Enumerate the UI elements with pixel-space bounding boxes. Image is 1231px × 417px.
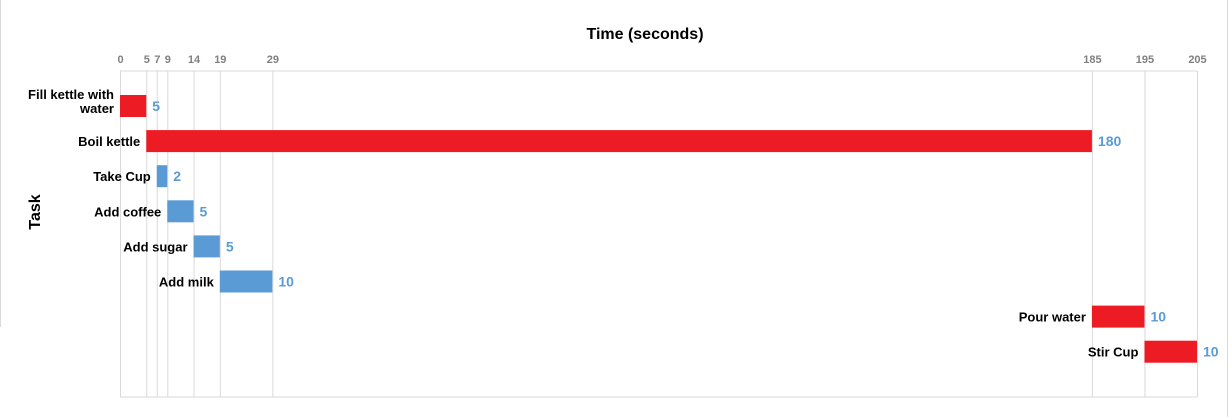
task-label: Take Cup <box>93 169 151 184</box>
gantt-chart: Time (seconds) Task 0 5 7 9 14 19 29 185 195 205 … <box>27 26 1219 398</box>
duration-label: 10 <box>1150 309 1166 325</box>
duration-label: 180 <box>1098 133 1122 149</box>
duration-label: 5 <box>226 238 234 254</box>
task-bar <box>146 130 1092 153</box>
duration-label: 5 <box>200 203 208 219</box>
gridlines <box>120 70 1198 398</box>
x-tick-label: 185 <box>1083 54 1101 66</box>
x-tick-label: 9 <box>165 54 171 66</box>
x-tick-label: 14 <box>188 54 201 66</box>
x-tick-label: 195 <box>1136 54 1154 66</box>
chart-title: Time (seconds) <box>586 26 703 43</box>
task-label: Pour water <box>1019 310 1086 325</box>
x-axis-ticks: 0 5 7 9 14 19 29 185 195 205 <box>117 54 1206 66</box>
task-bar <box>156 165 168 188</box>
task-bar <box>219 270 273 293</box>
duration-label: 10 <box>278 274 294 290</box>
task-label: Boil kettle <box>78 134 140 149</box>
x-tick-label: 205 <box>1188 54 1206 66</box>
task-label: Add coffee <box>94 204 161 219</box>
y-axis-label: Task <box>27 194 44 229</box>
x-tick-label: 5 <box>144 54 150 66</box>
task-bar <box>1091 305 1145 328</box>
task-label: Fill kettle with <box>28 87 114 102</box>
task-label: Stir Cup <box>1088 345 1139 360</box>
task-bar <box>193 235 220 258</box>
task-bar <box>1144 340 1197 363</box>
x-tick-label: 0 <box>117 54 123 66</box>
x-tick-label: 29 <box>267 54 279 66</box>
duration-label: 10 <box>1203 344 1219 360</box>
duration-label: 5 <box>152 98 160 114</box>
task-label: Add sugar <box>123 239 187 254</box>
x-tick-label: 19 <box>214 54 226 66</box>
task-label: Add milk <box>159 275 215 290</box>
task-labels: Fill kettle withwater Boil kettle Take Cup… <box>28 87 1138 360</box>
x-tick-label: 7 <box>154 54 160 66</box>
task-bar <box>167 200 194 223</box>
task-bar <box>120 95 147 117</box>
duration-label: 2 <box>173 168 181 184</box>
task-label: water <box>79 101 114 116</box>
